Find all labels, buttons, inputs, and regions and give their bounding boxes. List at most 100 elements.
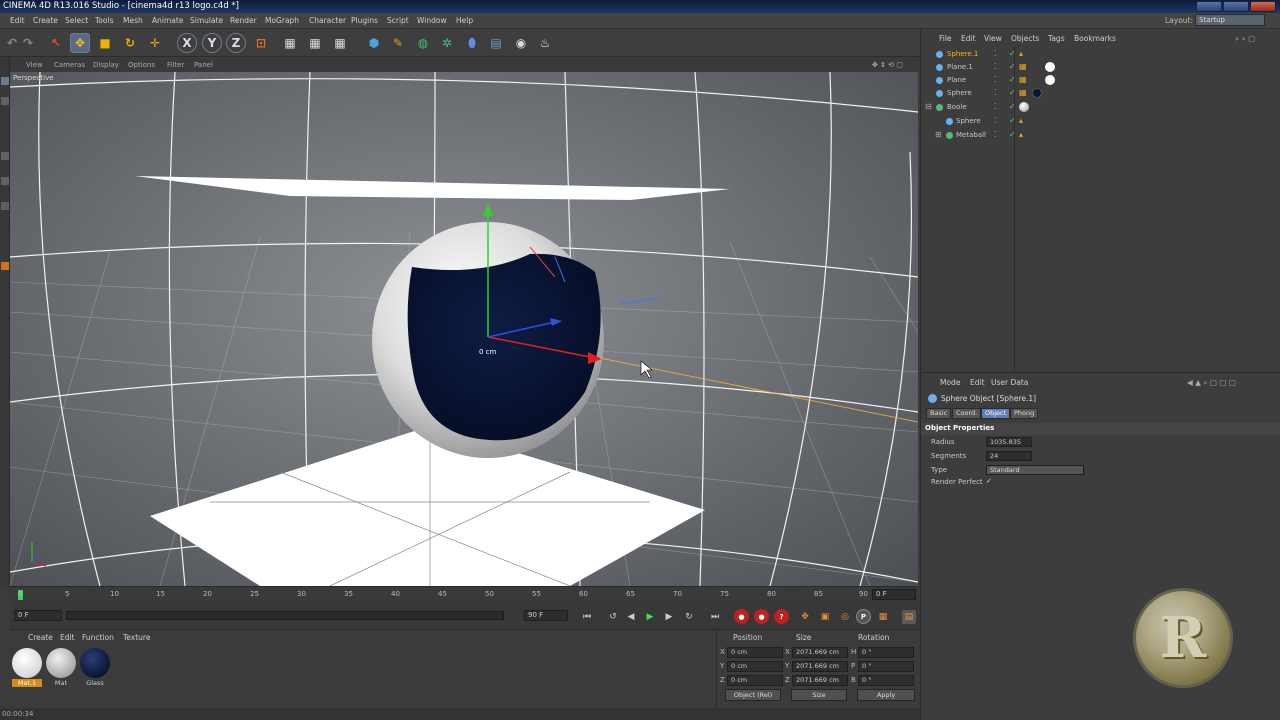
object-name[interactable]: Plane bbox=[947, 76, 966, 84]
record-scale-icon[interactable]: ▣ bbox=[818, 610, 832, 624]
current-frame-field[interactable]: 0 F bbox=[872, 589, 916, 600]
visibility-dots-icon[interactable]: ⁚ bbox=[994, 116, 997, 125]
frame-range-slider[interactable] bbox=[66, 611, 504, 620]
x-axis-lock-icon[interactable]: X bbox=[177, 33, 197, 53]
size-z-field[interactable]: 2071.669 cm bbox=[792, 675, 848, 686]
record-position-icon[interactable]: ✥ bbox=[798, 610, 812, 624]
snap-icon[interactable] bbox=[1, 262, 9, 270]
light-icon[interactable]: ♨ bbox=[535, 33, 555, 53]
mat-menu-texture[interactable]: Texture bbox=[123, 633, 150, 642]
minimize-button[interactable] bbox=[1196, 1, 1222, 12]
texture-tag-icon[interactable]: ▦ bbox=[1019, 75, 1027, 84]
material-swatch[interactable] bbox=[80, 648, 110, 678]
collapse-icon[interactable]: ⊟ bbox=[925, 102, 932, 111]
menu-help[interactable]: Help bbox=[456, 16, 473, 25]
record-active-objects-icon[interactable]: ● bbox=[734, 609, 749, 624]
type-dropdown[interactable]: Standard bbox=[986, 465, 1084, 475]
end-frame-field[interactable]: 90 F bbox=[524, 610, 568, 621]
go-to-start-icon[interactable]: ⏮ bbox=[580, 610, 594, 624]
object-name[interactable]: Metaball bbox=[956, 131, 986, 139]
visibility-dots-icon[interactable]: ⁚ bbox=[994, 130, 997, 139]
rot-h-field[interactable]: 0 ° bbox=[858, 647, 914, 658]
model-mode-icon[interactable] bbox=[1, 77, 9, 85]
radius-field[interactable]: 1035.835 bbox=[986, 437, 1032, 447]
rot-p-field[interactable]: 0 ° bbox=[858, 661, 914, 672]
object-row[interactable]: ⊞ Metaball ⁚ ✓ ▴ bbox=[921, 129, 1280, 142]
object-name[interactable]: Sphere.1 bbox=[947, 50, 978, 58]
redo-icon[interactable]: ↷ bbox=[18, 33, 38, 53]
apply-button[interactable]: Apply bbox=[857, 689, 915, 701]
obj-menu-bookmarks[interactable]: Bookmarks bbox=[1074, 34, 1116, 43]
obj-menu-tags[interactable]: Tags bbox=[1048, 34, 1065, 43]
points-mode-icon[interactable] bbox=[1, 152, 9, 160]
obj-menu-file[interactable]: File bbox=[939, 34, 952, 43]
material-swatch[interactable] bbox=[12, 648, 42, 678]
vp-menu-display[interactable]: Display bbox=[93, 61, 119, 69]
attr-menu-edit[interactable]: Edit bbox=[970, 378, 985, 387]
rotate-tool-icon[interactable]: ↻ bbox=[120, 33, 140, 53]
material-tag-icon[interactable] bbox=[1019, 102, 1029, 112]
tab-phong[interactable]: Phong bbox=[1010, 408, 1039, 419]
visibility-dots-icon[interactable]: ⁚ bbox=[994, 88, 997, 97]
y-axis-lock-icon[interactable]: Y bbox=[202, 33, 222, 53]
pos-x-field[interactable]: 0 cm bbox=[727, 647, 783, 658]
visibility-dots-icon[interactable]: ⁚ bbox=[994, 49, 997, 58]
texture-tag-icon[interactable]: ▦ bbox=[1019, 88, 1027, 97]
menu-window[interactable]: Window bbox=[417, 16, 447, 25]
visibility-dots-icon[interactable]: ⁚ bbox=[994, 62, 997, 71]
size-y-field[interactable]: 2071.669 cm bbox=[792, 661, 848, 672]
phong-tag-icon[interactable]: ▴ bbox=[1019, 130, 1023, 139]
pos-z-field[interactable]: 0 cm bbox=[727, 675, 783, 686]
search-icon[interactable]: ⌕ ⌕ ▢ bbox=[1235, 34, 1255, 44]
polygons-mode-icon[interactable] bbox=[1, 202, 9, 210]
enabled-check-icon[interactable]: ✓ bbox=[1009, 62, 1016, 71]
material-tag-icon[interactable] bbox=[1045, 75, 1055, 85]
object-row[interactable]: Sphere ⁚ ✓ ▴ bbox=[921, 115, 1280, 128]
enabled-check-icon[interactable]: ✓ bbox=[1009, 88, 1016, 97]
cube-object-icon[interactable]: ⬢ bbox=[364, 33, 384, 53]
object-row[interactable]: Plane.1 ⁚ ✓ ▦ bbox=[921, 61, 1280, 74]
menu-mesh[interactable]: Mesh bbox=[123, 16, 143, 25]
tab-object[interactable]: Object bbox=[981, 408, 1011, 419]
menu-simulate[interactable]: Simulate bbox=[190, 16, 223, 25]
visibility-dots-icon[interactable]: ⁚ bbox=[994, 102, 997, 111]
rot-b-field[interactable]: 0 ° bbox=[858, 675, 914, 686]
enabled-check-icon[interactable]: ✓ bbox=[1009, 130, 1016, 139]
object-name[interactable]: Boole bbox=[947, 103, 967, 111]
viewport-navigation-icons[interactable]: ✥ ⇕ ⟲ ▢ bbox=[872, 61, 903, 69]
enabled-check-icon[interactable]: ✓ bbox=[1009, 49, 1016, 58]
record-parameter-icon[interactable]: P bbox=[856, 609, 871, 624]
menu-edit[interactable]: Edit bbox=[10, 16, 25, 25]
menu-animate[interactable]: Animate bbox=[152, 16, 183, 25]
menu-script[interactable]: Script bbox=[387, 16, 409, 25]
prev-key-icon[interactable]: ↺ bbox=[606, 610, 620, 624]
object-row[interactable]: Plane ⁚ ✓ ▦ bbox=[921, 74, 1280, 87]
render-view-icon[interactable]: ▦ bbox=[280, 33, 300, 53]
move-tool-icon[interactable]: ✥ bbox=[70, 33, 90, 53]
deformer-icon[interactable]: ⬮ bbox=[462, 33, 482, 53]
perspective-viewport[interactable]: Perspective 0 cm bbox=[10, 72, 918, 586]
menu-tools[interactable]: Tools bbox=[95, 16, 113, 25]
menu-character[interactable]: Character bbox=[309, 16, 346, 25]
vp-menu-options[interactable]: Options bbox=[128, 61, 155, 69]
size-x-field[interactable]: 2071.669 cm bbox=[792, 647, 848, 658]
object-name[interactable]: Sphere bbox=[956, 117, 981, 125]
next-key-icon[interactable]: ↻ bbox=[682, 610, 696, 624]
material-name[interactable]: Mat.1 bbox=[12, 679, 42, 687]
live-select-icon[interactable]: ↖ bbox=[46, 33, 66, 53]
object-row[interactable]: Sphere.1 ⁚ ✓ ▴ bbox=[921, 48, 1280, 61]
vp-menu-filter[interactable]: Filter bbox=[167, 61, 184, 69]
phong-tag-icon[interactable]: ▴ bbox=[1019, 49, 1023, 58]
vp-menu-view[interactable]: View bbox=[26, 61, 43, 69]
mat-menu-edit[interactable]: Edit bbox=[60, 633, 75, 642]
enabled-check-icon[interactable]: ✓ bbox=[1009, 75, 1016, 84]
keyframe-selection-icon[interactable]: ? bbox=[774, 609, 789, 624]
object-row[interactable]: ⊟ Boole ⁚ ✓ bbox=[921, 101, 1280, 114]
play-icon[interactable]: ▶ bbox=[643, 610, 657, 624]
visibility-dots-icon[interactable]: ⁚ bbox=[994, 75, 997, 84]
layout-select[interactable]: Startup bbox=[1195, 14, 1265, 26]
timeline-settings-icon[interactable]: ▤ bbox=[902, 610, 916, 624]
expand-icon[interactable]: ⊞ bbox=[935, 130, 942, 139]
mat-menu-function[interactable]: Function bbox=[82, 633, 114, 642]
menu-plugins[interactable]: Plugins bbox=[351, 16, 378, 25]
